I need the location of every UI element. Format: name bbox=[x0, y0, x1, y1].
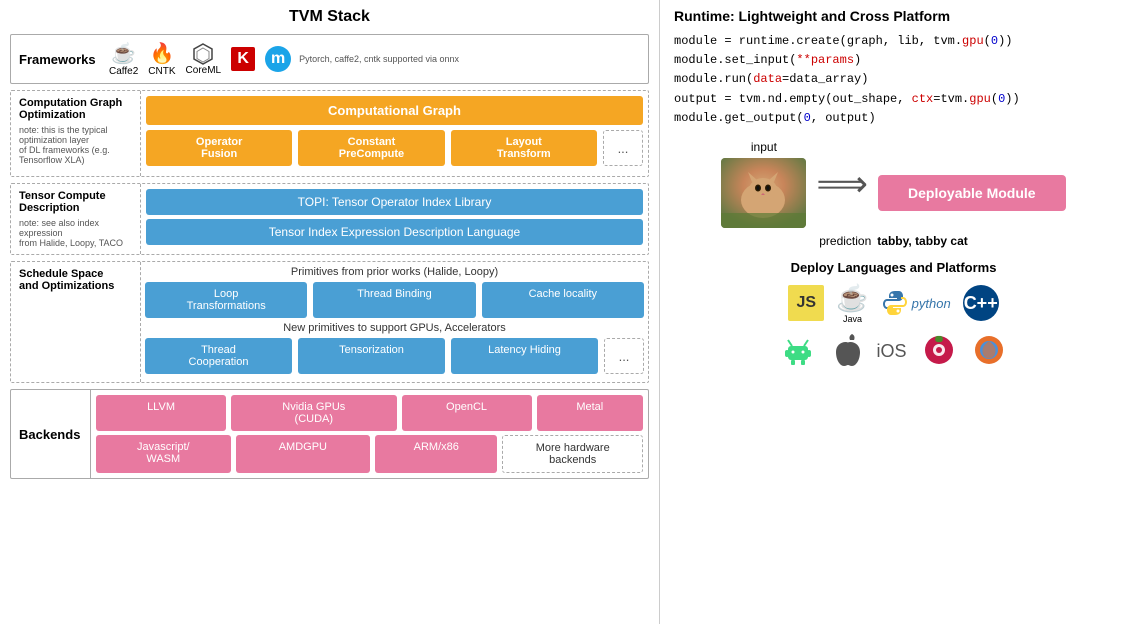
browser-icon bbox=[971, 332, 1007, 371]
loop-transformations-box: LoopTransformations bbox=[145, 282, 307, 318]
inference-arrow: ⟹ bbox=[816, 163, 868, 205]
code-line-3: module.run(data=data_array) bbox=[674, 70, 1113, 89]
latency-hiding-box: Latency Hiding bbox=[451, 338, 598, 374]
schedule-section: Schedule Spaceand Optimizations Primitiv… bbox=[10, 261, 649, 383]
metal-box: Metal bbox=[537, 395, 643, 431]
mxnet-icon: m bbox=[265, 46, 291, 72]
ios-icon: iOS bbox=[876, 341, 906, 362]
java-icon: ☕ Java bbox=[836, 283, 868, 324]
tensor-compute-note: note: see also index expressionfrom Hali… bbox=[19, 218, 132, 248]
frameworks-label: Frameworks bbox=[19, 52, 109, 67]
schedule-content: Primitives from prior works (Halide, Loo… bbox=[141, 262, 648, 382]
tensor-compute-label: Tensor ComputeDescription note: see also… bbox=[11, 184, 141, 254]
deploy-icons-row2: iOS bbox=[674, 332, 1113, 371]
arm-x86-box: ARM/x86 bbox=[375, 435, 497, 473]
backends-row1: LLVM Nvidia GPUs(CUDA) OpenCL Metal bbox=[96, 395, 643, 431]
prediction-label: prediction bbox=[819, 234, 871, 248]
primitives-row2: ThreadCooperation Tensorization Latency … bbox=[145, 338, 644, 374]
primitives-label1: Primitives from prior works (Halide, Loo… bbox=[145, 266, 644, 278]
computation-graph-label: Computation Graph Optimization note: thi… bbox=[11, 91, 141, 176]
deployable-group: x Deployable Module bbox=[878, 157, 1066, 211]
tensor-compute-content: TOPI: Tensor Operator Index Library Tens… bbox=[141, 184, 648, 254]
nvidia-box: Nvidia GPUs(CUDA) bbox=[231, 395, 396, 431]
javascript-icon: JS bbox=[788, 285, 824, 321]
layout-transform-box: LayoutTransform bbox=[451, 130, 597, 166]
thread-cooperation-box: ThreadCooperation bbox=[145, 338, 292, 374]
frameworks-icons: ☕ Caffe2 🔥 CNTK CoreML K bbox=[109, 41, 291, 77]
prediction-value: tabby, tabby cat bbox=[877, 234, 967, 248]
operator-fusion-box: OperatorFusion bbox=[146, 130, 292, 166]
deploy-title: Deploy Languages and Platforms bbox=[674, 260, 1113, 275]
cat-image bbox=[721, 158, 806, 228]
more-dashed-box: ... bbox=[603, 130, 643, 166]
more-backends-box: More hardware backends bbox=[502, 435, 643, 473]
raspberry-pi-icon bbox=[921, 332, 957, 371]
code-line-2: module.set_input(**params) bbox=[674, 51, 1113, 70]
tvm-title: TVM Stack bbox=[10, 8, 649, 26]
coreml-icon: CoreML bbox=[186, 43, 222, 76]
right-panel: Runtime: Lightweight and Cross Platform … bbox=[660, 0, 1127, 624]
amdgpu-box: AMDGPU bbox=[236, 435, 371, 473]
code-line-4: output = tvm.nd.empty(out_shape, ctx=tvm… bbox=[674, 90, 1113, 109]
javascript-wasm-box: Javascript/WASM bbox=[96, 435, 231, 473]
input-group: input bbox=[721, 140, 806, 228]
input-label: input bbox=[751, 140, 777, 154]
runtime-title: Runtime: Lightweight and Cross Platform bbox=[674, 8, 1113, 24]
computational-graph-box: Computational Graph bbox=[146, 96, 643, 125]
cntk-icon: 🔥 CNTK bbox=[148, 41, 175, 77]
tensor-index-box: Tensor Index Expression Description Lang… bbox=[146, 219, 643, 245]
caffe2-icon: ☕ Caffe2 bbox=[109, 41, 138, 77]
llvm-box: LLVM bbox=[96, 395, 226, 431]
backends-section: Backends LLVM Nvidia GPUs(CUDA) OpenCL M… bbox=[10, 389, 649, 479]
thread-binding-box: Thread Binding bbox=[313, 282, 475, 318]
inference-diagram: input bbox=[674, 140, 1113, 248]
apple-icon bbox=[830, 332, 862, 371]
schedule-label: Schedule Spaceand Optimizations bbox=[11, 262, 141, 382]
computation-graph-section: Computation Graph Optimization note: thi… bbox=[10, 90, 649, 177]
tensor-compute-section: Tensor ComputeDescription note: see also… bbox=[10, 183, 649, 255]
schedule-dashed-box: ... bbox=[604, 338, 644, 374]
primitives-label2: New primitives to support GPUs, Accelera… bbox=[145, 322, 644, 334]
constant-precompute-box: ConstantPreCompute bbox=[298, 130, 444, 166]
frameworks-section: Frameworks ☕ Caffe2 🔥 CNTK CoreML bbox=[10, 34, 649, 84]
computation-graph-content: Computational Graph OperatorFusion Const… bbox=[141, 91, 648, 176]
deploy-section: Deploy Languages and Platforms JS ☕ Java bbox=[674, 260, 1113, 371]
input-row: input bbox=[721, 140, 1065, 228]
tensorization-box: Tensorization bbox=[298, 338, 445, 374]
backends-content: LLVM Nvidia GPUs(CUDA) OpenCL Metal Java… bbox=[91, 390, 648, 478]
code-line-1: module = runtime.create(graph, lib, tvm.… bbox=[674, 32, 1113, 51]
frameworks-note: Pytorch, caffe2, cntk supported via onnx bbox=[299, 54, 459, 64]
primitives-row1: LoopTransformations Thread Binding Cache… bbox=[145, 282, 644, 318]
computation-graph-note: note: this is the typical optimization l… bbox=[19, 125, 132, 165]
prediction-row: prediction tabby, tabby cat bbox=[819, 234, 968, 248]
opencl-box: OpenCL bbox=[402, 395, 532, 431]
android-icon bbox=[780, 332, 816, 371]
cache-locality-box: Cache locality bbox=[482, 282, 644, 318]
backends-row2: Javascript/WASM AMDGPU ARM/x86 More hard… bbox=[96, 435, 643, 473]
cpp-icon: C++ bbox=[963, 285, 999, 321]
topi-box: TOPI: Tensor Operator Index Library bbox=[146, 189, 643, 215]
code-block: module = runtime.create(graph, lib, tvm.… bbox=[674, 32, 1113, 128]
code-line-5: module.get_output(0, output) bbox=[674, 109, 1113, 128]
deploy-icons-row1: JS ☕ Java python C++ bbox=[674, 283, 1113, 324]
backends-grid: LLVM Nvidia GPUs(CUDA) OpenCL Metal Java… bbox=[96, 395, 643, 473]
python-icon: python bbox=[881, 289, 951, 317]
sub-boxes-row: OperatorFusion ConstantPreCompute Layout… bbox=[146, 130, 643, 166]
keras-icon: K bbox=[231, 47, 255, 71]
deployable-module-box: Deployable Module bbox=[878, 175, 1066, 211]
backends-label: Backends bbox=[11, 390, 91, 478]
